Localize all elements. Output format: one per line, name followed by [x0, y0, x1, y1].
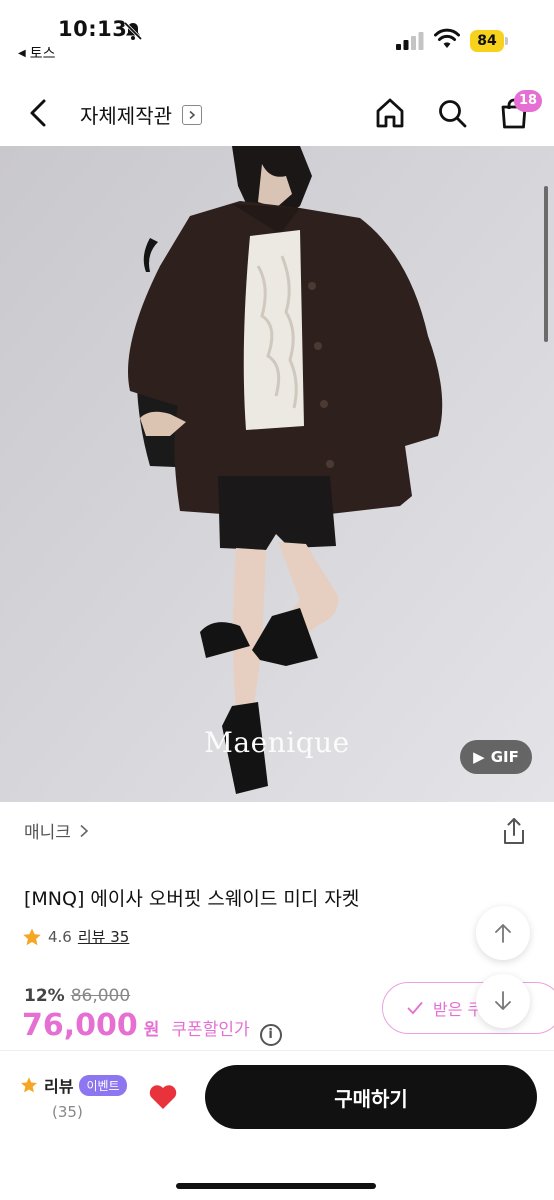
scroll-indicator [544, 186, 548, 342]
sale-price: 76,000 [22, 1008, 138, 1043]
product-title: [MNQ] 에이사 오버핏 스웨이드 미디 자켓 [24, 888, 360, 910]
rating-value: 4.6 [48, 927, 72, 946]
event-badge: 이벤트 [79, 1074, 127, 1096]
currency-label: 원 [143, 1020, 160, 1040]
review-count: (35) [52, 1103, 83, 1121]
chevron-right-icon [80, 824, 89, 837]
cart-count-badge: 18 [514, 90, 542, 112]
arrow-up-icon [495, 924, 511, 943]
top-nav: 자체제작관 18 [0, 80, 554, 146]
page-title-label: 자체제작관 [80, 104, 172, 128]
product-image[interactable]: Maenique ▶ GIF [0, 146, 554, 802]
product-photo [0, 146, 554, 802]
review-label: 리뷰 [44, 1077, 74, 1096]
review-link[interactable]: 리뷰 35 [78, 926, 129, 947]
scroll-bottom-button[interactable] [476, 974, 530, 1028]
chevron-right-box-icon [182, 104, 202, 125]
share-icon[interactable] [500, 816, 528, 846]
original-price: 86,000 [70, 986, 131, 1006]
back-to-app[interactable]: ◀ 토스 [18, 43, 55, 63]
check-icon [407, 1002, 423, 1015]
discount-row: 12% 86,000 [24, 986, 130, 1006]
status-time: 10:13 [58, 17, 128, 41]
play-icon: ▶ [473, 748, 485, 766]
cellular-signal-icon [396, 32, 424, 50]
coupon-button-label: 받은 쿠 [433, 1000, 483, 1019]
back-app-label: 토스 [29, 46, 56, 62]
bell-slash-icon [123, 21, 143, 41]
brand-name: 매니크 [24, 823, 71, 843]
info-icon[interactable]: i [259, 1024, 282, 1046]
rating-row: 4.6 리뷰 35 [22, 926, 129, 947]
search-icon[interactable] [436, 97, 468, 129]
back-arrow-icon[interactable] [24, 96, 54, 130]
review-shortcut[interactable]: 리뷰 이벤트 (35) [20, 1073, 127, 1121]
price-row: 76,000 원 쿠폰할인가 i [22, 1008, 282, 1046]
scroll-top-button[interactable] [476, 906, 530, 960]
home-icon[interactable] [374, 96, 406, 130]
home-indicator [176, 1183, 376, 1189]
coupon-price-label: 쿠폰할인가 [171, 1020, 250, 1040]
page-title[interactable]: 자체제작관 [80, 100, 202, 129]
wifi-icon [434, 28, 460, 48]
buy-button[interactable]: 구매하기 [205, 1065, 537, 1129]
gif-play-button[interactable]: ▶ GIF [460, 740, 532, 774]
heart-icon[interactable] [148, 1083, 178, 1111]
star-icon [21, 1077, 37, 1093]
discount-percent: 12% [24, 986, 65, 1006]
bottom-action-bar: 리뷰 이벤트 (35) 구매하기 [0, 1050, 554, 1200]
star-icon [23, 928, 41, 945]
status-bar: 10:13 ◀ 토스 84 [0, 0, 554, 70]
arrow-down-icon [495, 991, 511, 1010]
battery-level: 84 [470, 30, 504, 52]
brand-link[interactable]: 매니크 [24, 818, 89, 843]
back-triangle-icon: ◀ [18, 47, 26, 59]
gif-label: GIF [490, 748, 519, 766]
battery-indicator: 84 [470, 30, 508, 52]
